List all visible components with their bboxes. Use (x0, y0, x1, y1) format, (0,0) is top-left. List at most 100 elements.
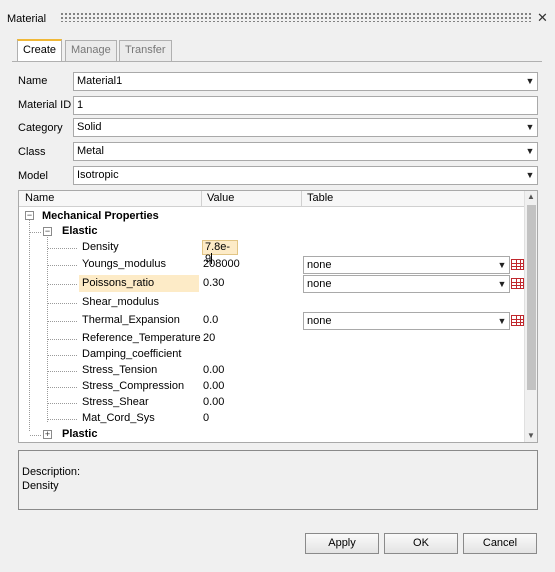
row-value[interactable]: 0.00 (203, 396, 224, 408)
table-icon[interactable] (511, 315, 524, 326)
model-value: Isotropic (77, 169, 119, 181)
row-name: Reference_Temperature (82, 332, 201, 344)
row-name: Youngs_modulus (82, 258, 166, 270)
scroll-thumb[interactable] (527, 205, 536, 390)
window-title: Material (7, 13, 47, 25)
tree-line (48, 419, 78, 420)
chevron-down-icon[interactable]: ▼ (495, 276, 509, 293)
apply-button-label: Apply (328, 537, 356, 549)
tree-line (30, 435, 42, 436)
name-value: Material1 (77, 75, 123, 87)
tree-line (48, 387, 78, 388)
row-name: Mechanical Properties (42, 210, 159, 222)
row-value[interactable]: 0 (203, 412, 209, 424)
minus-box-icon[interactable]: − (43, 227, 52, 236)
vertical-scrollbar[interactable]: ▲ ▼ (524, 191, 537, 442)
category-label: Category (18, 122, 63, 134)
tree-line (48, 265, 78, 266)
row-value[interactable]: 0.00 (203, 364, 224, 376)
ok-button-label: OK (413, 537, 429, 549)
minus-box-icon[interactable]: − (25, 211, 34, 220)
column-divider[interactable] (201, 191, 202, 207)
row-value[interactable]: 0.00 (203, 380, 224, 392)
column-name[interactable]: Name (25, 192, 54, 204)
table-icon[interactable] (511, 259, 524, 270)
material-id-label: Material ID (18, 99, 72, 111)
cancel-button[interactable]: Cancel (463, 533, 537, 554)
name-select[interactable]: Material1 ▼ (73, 72, 538, 91)
scroll-down-icon[interactable]: ▼ (527, 431, 535, 440)
row-value[interactable]: 0.30 (203, 277, 224, 289)
tree-line (48, 284, 78, 285)
tree-line (48, 321, 78, 322)
row-name: Stress_Tension (82, 364, 158, 376)
class-select[interactable]: Metal ▼ (73, 142, 538, 161)
row-value[interactable]: 208000 (203, 258, 240, 270)
row-value[interactable]: 0.0 (203, 314, 218, 326)
column-divider[interactable] (301, 191, 302, 207)
density-value-input[interactable]: 7.8e-9 (202, 240, 238, 265)
grid-header: Name Value Table (19, 191, 525, 207)
material-id-input[interactable]: 1 (73, 96, 538, 115)
class-label: Class (18, 146, 46, 158)
column-value[interactable]: Value (207, 192, 234, 204)
chevron-down-icon[interactable]: ▼ (495, 257, 509, 274)
property-tree-grid[interactable]: Name Value Table − Mechanical Properties… (18, 190, 538, 443)
tree-line (30, 232, 42, 233)
drag-grip[interactable] (60, 12, 532, 22)
scroll-up-icon[interactable]: ▲ (527, 192, 535, 201)
chevron-down-icon[interactable]: ▼ (523, 167, 537, 184)
chevron-down-icon[interactable]: ▼ (523, 119, 537, 136)
tree-row-reference-temperature[interactable]: Reference_Temperature 20 (19, 331, 524, 347)
table-select[interactable]: none ▼ (303, 256, 510, 274)
title-bar[interactable]: Material ✕ (0, 0, 555, 34)
name-label: Name (18, 75, 48, 87)
chevron-down-icon[interactable]: ▼ (523, 73, 537, 90)
tree-row-thermal-expansion[interactable]: Thermal_Expansion 0.0 none ▼ (19, 312, 524, 330)
row-name: Density (82, 241, 119, 253)
table-select[interactable]: none ▼ (303, 275, 510, 293)
table-icon[interactable] (511, 278, 524, 289)
tree-row-mat-cord-sys[interactable]: Mat_Cord_Sys 0 (19, 411, 524, 427)
tree-row-damping-coefficient[interactable]: Damping_coefficient (19, 347, 524, 363)
tree-line (48, 355, 78, 356)
category-value: Solid (77, 121, 102, 133)
model-select[interactable]: Isotropic ▼ (73, 166, 538, 185)
apply-button[interactable]: Apply (305, 533, 379, 554)
column-table[interactable]: Table (307, 192, 333, 204)
table-select-value: none (307, 315, 332, 327)
row-name: Stress_Compression (82, 380, 185, 392)
plus-box-icon[interactable]: + (43, 430, 52, 439)
table-select[interactable]: none ▼ (303, 312, 510, 330)
tree-row-stress-tension[interactable]: Stress_Tension 0.00 (19, 363, 524, 379)
tab-create[interactable]: Create (17, 39, 63, 61)
model-label: Model (18, 170, 48, 182)
chevron-down-icon[interactable]: ▼ (523, 143, 537, 160)
tree-row-youngs-modulus[interactable]: Youngs_modulus 208000 none ▼ (19, 256, 524, 274)
category-select[interactable]: Solid ▼ (73, 118, 538, 137)
tab-transfer[interactable]: Transfer (119, 40, 172, 61)
tree-row-elastic[interactable]: − Elastic (19, 224, 524, 240)
row-name: Thermal_Expansion (82, 314, 180, 326)
tree-line (48, 248, 78, 249)
row-name: Damping_coefficient (82, 348, 182, 360)
tree-line (48, 303, 78, 304)
tree-line (48, 339, 78, 340)
tree-row-poissons-ratio[interactable]: Poissons_ratio 0.30 none ▼ (19, 275, 524, 293)
tree-row-density[interactable]: Density 7.8e-9 (19, 240, 524, 265)
tree-row-shear-modulus[interactable]: Shear_modulus (19, 295, 524, 311)
close-icon[interactable]: ✕ (537, 10, 548, 26)
tree-row-mechanical-properties[interactable]: − Mechanical Properties (19, 208, 524, 224)
row-value[interactable]: 20 (203, 332, 215, 344)
tree-row-stress-compression[interactable]: Stress_Compression 0.00 (19, 379, 524, 395)
table-select-value: none (307, 259, 332, 271)
row-name: Poissons_ratio (82, 277, 155, 289)
tab-manage[interactable]: Manage (65, 40, 117, 61)
tree-row-stress-shear[interactable]: Stress_Shear 0.00 (19, 395, 524, 411)
class-value: Metal (77, 145, 104, 157)
chevron-down-icon[interactable]: ▼ (495, 313, 509, 330)
tree-row-plastic[interactable]: + Plastic (19, 427, 524, 442)
ok-button[interactable]: OK (384, 533, 458, 554)
row-name: Elastic (62, 225, 98, 237)
cancel-button-label: Cancel (482, 537, 518, 549)
